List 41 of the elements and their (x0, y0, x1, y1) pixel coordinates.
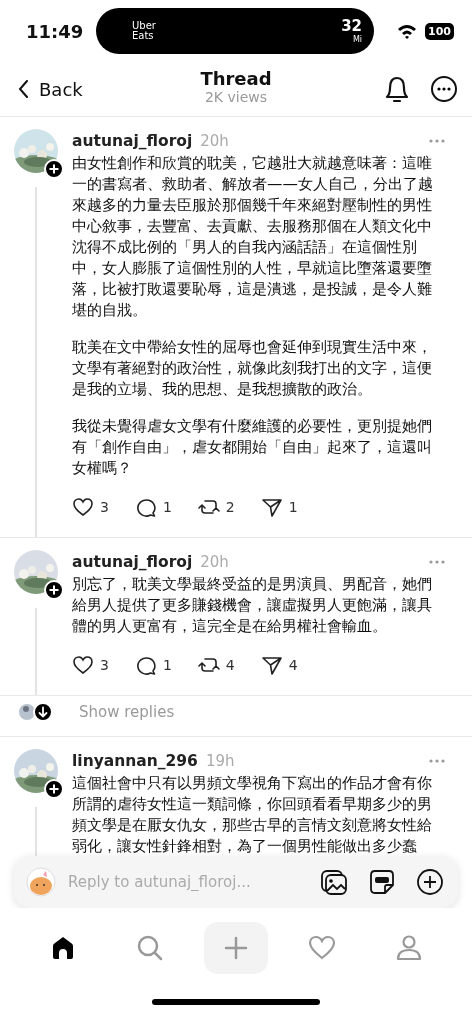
username[interactable]: linyannan_296 (72, 752, 198, 770)
comment-button[interactable]: 1 (134, 496, 172, 518)
eta-unit: Mi (352, 35, 362, 44)
share-button[interactable]: 1 (260, 496, 298, 518)
post-text: 由女性創作和欣賞的耽美，它越壯大就越意味著：這唯一的書寫者、救助者、解放者——女人自己，分出了越來越多的力量去臣服於那個幾千年來絕對壓制性的男性中心敘事，去豐富、去貢獻、去服務那個在人類文化中沈得不成比例的「男人的自我內涵話語」在這個性別中，女人膨脹了這個性別的人性，早就這比墮落還要墮落，比被打敗還要恥辱，這是潰逃，是投誠，是令人難堪的自戕。 (72, 153, 434, 321)
battery-icon: 100 (425, 22, 454, 40)
post-text: 我從未覺得虐女文學有什麼維護的必要性，更別提她們有「創作自由」，虐女都開始「自由」起來了，這還叫女權嗎？ (72, 416, 433, 479)
like-button[interactable]: 3 (72, 654, 109, 676)
status-time: 11:49 (26, 20, 84, 42)
back-button[interactable]: Back (18, 78, 83, 100)
follow-icon[interactable] (44, 779, 64, 799)
page-title: Thread (200, 68, 272, 89)
follow-icon[interactable] (44, 159, 64, 179)
view-count: 2K views (204, 89, 268, 105)
username[interactable]: autunaj_floroj (72, 553, 193, 571)
repost-button[interactable]: 2 (197, 496, 235, 518)
comment-button[interactable]: 1 (134, 654, 172, 676)
app-name: Uber (132, 21, 156, 31)
image-icon[interactable] (320, 868, 348, 896)
chevron-icon (18, 80, 29, 98)
share-button[interactable]: 4 (260, 654, 298, 676)
create-tab[interactable] (203, 922, 268, 974)
eta-value: 32 (341, 18, 362, 34)
gif-icon[interactable] (368, 868, 396, 896)
post-time: 19h (205, 752, 235, 770)
post-text: 別忘了，耽美文學最終受益的是男演員、男配音，她們給男人提供了更多賺錢機會，讓虛擬男人更飽滿，讓具體的男人更富有，這完全是在給男權社會輸血。 (72, 574, 433, 637)
post-text: 這個社會中只有以男頻文學視角下寫出的作品才會有你所謂的虐待女性這一類詞條，你回頭看看早期多少的男頻文學是在厭女仇女，那些古早的言情文刻意將女性給弱化，讓女性針鋒相對，為了一個男性能做出多少蠢 (72, 773, 433, 857)
more-icon[interactable] (430, 75, 458, 103)
bell-icon[interactable] (384, 74, 410, 104)
post-time: 20h (200, 553, 229, 571)
like-button[interactable]: 3 (72, 496, 109, 518)
avatar-icon (26, 867, 56, 897)
repost-button[interactable]: 4 (197, 654, 235, 676)
wifi-icon (397, 23, 418, 39)
username[interactable]: autunaj_floroj (72, 132, 193, 150)
post-time: 20h (200, 132, 229, 150)
plus-icon[interactable] (416, 868, 444, 896)
reply-field[interactable]: Reply to autunaj_floroj... (66, 872, 310, 892)
app-name: Eats (132, 31, 155, 41)
follow-icon[interactable] (44, 580, 64, 600)
post-text: 耽美在文中帶給女性的屈辱也會延伸到現實生活中來，文學有著絕對的政治性，就像此刻我打出的文字，這便是我的立場、我的思想、是我想擴散的政治。 (72, 337, 433, 400)
